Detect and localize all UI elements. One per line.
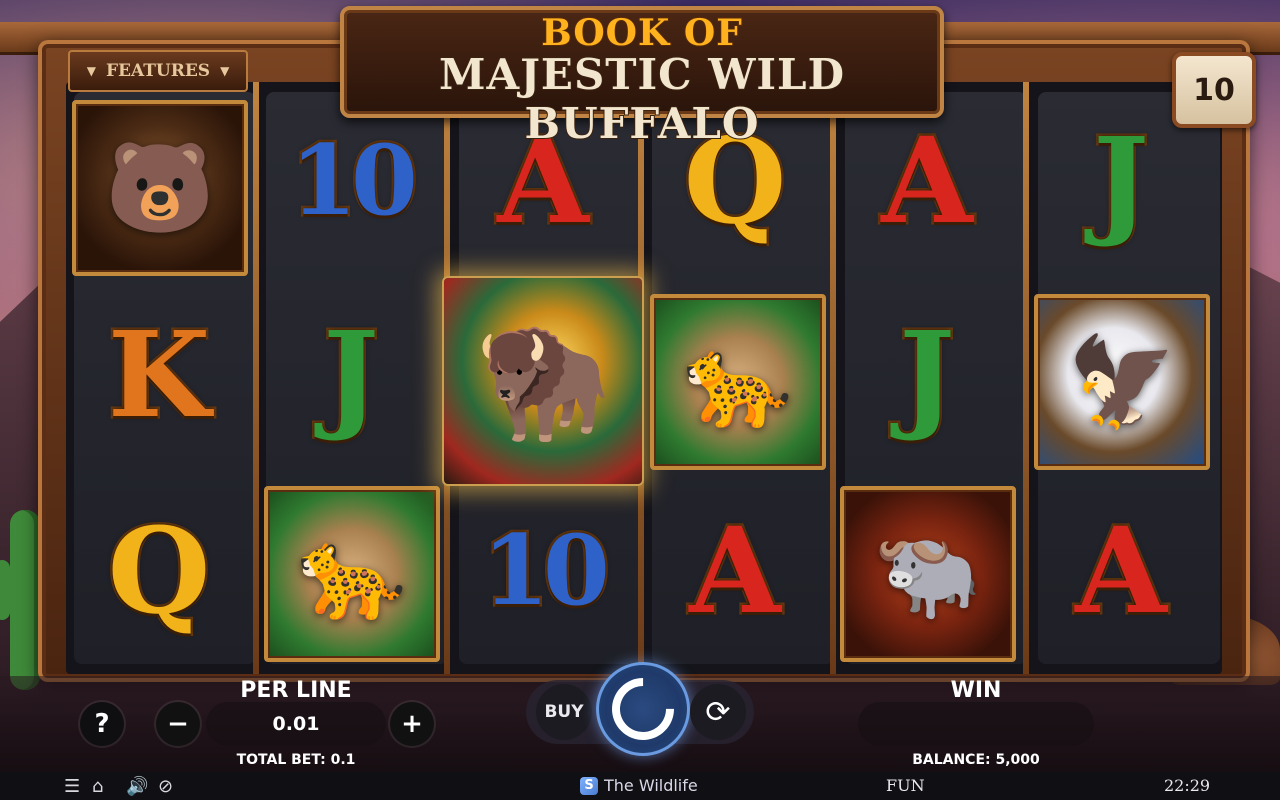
eagle-icon: 🦅 — [1067, 330, 1177, 433]
balance-text: BALANCE: 5,000 — [912, 752, 1040, 768]
clock: 22:29 — [1164, 776, 1211, 795]
win-value — [858, 702, 1094, 746]
symbol-eagle: 🦅 — [1034, 294, 1210, 470]
symbol-10: 10 — [480, 514, 613, 627]
win-label: WIN — [950, 678, 1002, 703]
title-line-1: BOOK OF — [540, 11, 743, 55]
symbol-a: A — [1073, 501, 1170, 640]
symbol-j: J — [897, 305, 958, 444]
bear-icon: 🐻 — [105, 136, 215, 239]
symbol-book-scatter: 🦬 — [442, 276, 644, 486]
lines-count-badge: 10 — [1172, 52, 1256, 128]
total-bet-text: TOTAL BET: 0.1 — [236, 752, 356, 768]
spin-icon — [599, 665, 687, 753]
help-button[interactable]: ? — [80, 702, 124, 746]
cactus-arm — [0, 560, 10, 620]
symbol-bear: 🐻 — [72, 100, 248, 276]
home-icon[interactable]: ⌂ — [92, 776, 103, 797]
bottom-bar: ☰ ⌂ 🔊 ⊘ S The Wildlife FUN 22:29 — [0, 772, 1280, 800]
reel-separator — [253, 82, 259, 674]
symbol-a: A — [687, 501, 784, 640]
cactus-icon — [10, 510, 40, 690]
sound-icon[interactable]: 🔊 — [126, 776, 148, 797]
triangle-down-icon: ▼ — [86, 64, 96, 78]
cougar-icon: 🐆 — [683, 330, 793, 433]
game-title: BOOK OF MAJESTIC WILD BUFFALO — [340, 6, 944, 149]
brand: S The Wildlife — [580, 776, 698, 795]
increase-bet-button[interactable]: + — [390, 702, 434, 746]
features-label: FEATURES — [105, 61, 211, 81]
turbo-icon[interactable]: ⊘ — [158, 776, 173, 797]
symbol-buffalo: 🐃 — [840, 486, 1016, 662]
autoplay-button[interactable]: ⟳ — [690, 684, 746, 740]
decrease-bet-button[interactable]: − — [156, 702, 200, 746]
brand-name: The Wildlife — [604, 776, 698, 795]
cougar-icon: 🐆 — [297, 522, 407, 625]
per-line-value: 0.01 — [206, 702, 386, 746]
play-mode: FUN — [886, 776, 925, 795]
symbol-j: J — [321, 305, 382, 444]
brand-logo-icon: S — [580, 776, 598, 795]
menu-icon[interactable]: ☰ — [64, 776, 80, 797]
buy-feature-button[interactable]: BUY — [536, 684, 592, 740]
per-line-label: PER LINE — [240, 678, 352, 703]
symbol-cougar: 🐆 — [650, 294, 826, 470]
symbol-k: K — [105, 305, 213, 444]
buffalo-icon: 🐃 — [873, 522, 983, 625]
symbol-q: Q — [105, 501, 213, 640]
triangle-down-icon: ▼ — [220, 64, 230, 78]
symbol-cougar: 🐆 — [264, 486, 440, 662]
autoplay-icon: ⟳ — [705, 694, 731, 730]
features-button[interactable]: ▼ FEATURES ▼ — [68, 50, 248, 92]
spin-button[interactable] — [596, 662, 690, 756]
reel-separator — [830, 82, 836, 674]
title-line-2: MAJESTIC WILD BUFFALO — [438, 49, 845, 149]
reel-separator — [1023, 82, 1029, 674]
golden-buffalo-book-icon: 🦬 — [474, 316, 612, 445]
